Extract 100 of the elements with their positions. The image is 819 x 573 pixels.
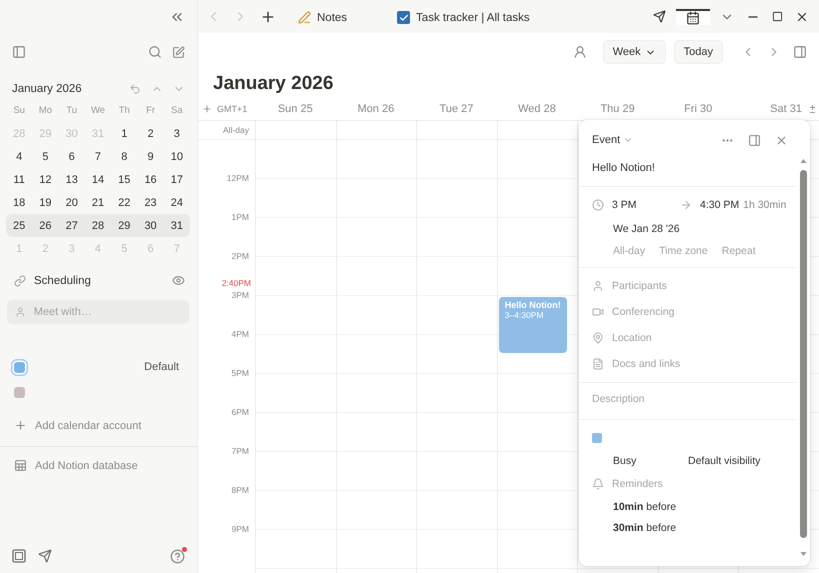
calendar-day[interactable]: 2 <box>137 128 164 140</box>
calendar-title: January 2026 <box>213 73 334 96</box>
calendar-tab[interactable] <box>676 8 710 24</box>
weekday-label: We <box>90 105 106 116</box>
hour-label: 3PM <box>232 290 249 300</box>
event-date[interactable]: We Jan 28 '26 <box>613 223 680 235</box>
table-icon <box>14 459 27 472</box>
calendar-day[interactable]: 26 <box>32 220 59 232</box>
hour-label: 12PM <box>226 173 249 183</box>
reminder-item[interactable]: 10min before <box>592 501 796 513</box>
calendar-day[interactable]: 6 <box>58 150 85 162</box>
weekday-label: Mo <box>38 105 54 116</box>
hour-label: 9PM <box>232 524 249 534</box>
calendar-day[interactable]: 9 <box>137 150 164 162</box>
calendar-day[interactable]: 20 <box>58 196 85 208</box>
selected-week-highlight[interactable]: 25 26 27 28 29 30 31 <box>6 214 190 237</box>
weekday-label: Su <box>12 105 26 116</box>
calendar-day[interactable]: 4 <box>6 150 32 162</box>
calendar-icon <box>686 10 700 24</box>
calendar-label: Default <box>144 361 180 373</box>
panel-icon[interactable] <box>791 43 809 61</box>
start-time[interactable]: 3 PM <box>612 199 672 211</box>
person-icon <box>15 306 26 318</box>
clock-icon <box>592 199 604 211</box>
calendar-day[interactable]: 19 <box>32 196 59 208</box>
logo-icon[interactable] <box>12 549 26 563</box>
calendar-day[interactable]: 11 <box>6 174 32 186</box>
all-day-label: All-day <box>222 125 250 135</box>
calendar-day[interactable]: 7 <box>84 150 112 162</box>
checkbox-icon <box>397 11 410 24</box>
reminder-item[interactable]: 30min before <box>592 522 796 534</box>
hour-label: 7PM <box>232 446 249 456</box>
calendar-day[interactable]: 8 <box>111 150 138 162</box>
help-icon[interactable] <box>170 548 185 564</box>
view-dropdown[interactable]: Week <box>602 40 666 64</box>
day-header: Mon 26 <box>356 103 396 115</box>
calendar-day[interactable]: 16 <box>137 174 164 186</box>
calendar-day[interactable]: 1 <box>111 128 138 140</box>
hour-label: 4PM <box>232 329 249 339</box>
pencil-icon <box>298 11 311 24</box>
calendar-day[interactable]: 13 <box>58 174 85 186</box>
duration-label: 1h 30min <box>743 199 786 211</box>
today-button[interactable]: Today <box>674 40 723 64</box>
meet-with-field[interactable]: Meet with… <box>7 300 189 324</box>
hour-label: 5PM <box>232 368 249 378</box>
app-tab[interactable]: Task tracker | All tasks <box>387 0 540 33</box>
calendar-day[interactable]: 25 <box>6 220 32 232</box>
timezone-label: GMT+1 <box>217 104 248 114</box>
end-time[interactable]: 4:30 PM <box>700 199 740 211</box>
calendar-day[interactable]: 18 <box>6 196 32 208</box>
arrow-right-icon <box>680 199 692 211</box>
day-header: Fri 30 <box>683 103 714 115</box>
calendar-day[interactable]: 12 <box>32 174 59 186</box>
calendar-day[interactable]: 31 <box>164 220 190 232</box>
visibility-status[interactable]: Default visibility <box>688 455 760 467</box>
map-pin-icon <box>592 332 604 344</box>
busy-status[interactable]: Busy <box>613 455 688 467</box>
calendar-day[interactable]: 24 <box>164 196 190 208</box>
calendar-day[interactable]: 22 <box>111 196 138 208</box>
calendar-day[interactable]: 14 <box>84 174 112 186</box>
calendar-day[interactable]: 27 <box>58 220 85 232</box>
calendar-day[interactable]: 15 <box>111 174 138 186</box>
calendar-day[interactable]: 3 <box>164 128 190 140</box>
hour-label: 2PM <box>232 251 249 261</box>
link-icon <box>14 274 26 286</box>
current-time-label: 2:40PM <box>222 278 251 288</box>
day-header: Thu 29 <box>599 103 636 115</box>
day-header: Wed 28 <box>517 103 557 115</box>
event-color-swatch[interactable] <box>592 433 602 443</box>
scrollbar[interactable] <box>799 158 808 558</box>
calendar-color-chip[interactable] <box>14 386 25 398</box>
compose-icon[interactable] <box>170 44 187 60</box>
meet-with-input[interactable]: Meet with… <box>32 305 181 319</box>
panel-icon[interactable] <box>10 43 28 61</box>
scheduling-label[interactable]: Scheduling <box>34 274 162 286</box>
day-header: Tue 27 <box>438 103 474 115</box>
calendar-day[interactable]: 23 <box>137 196 164 208</box>
person-icon <box>592 280 604 292</box>
calendar-day[interactable]: 10 <box>164 150 190 162</box>
event-type-dropdown[interactable]: Event <box>592 134 634 146</box>
calendar-day[interactable]: 21 <box>84 196 112 208</box>
calendar-day[interactable]: 5 <box>32 150 59 162</box>
hour-label: 8PM <box>232 485 249 495</box>
calendar-day[interactable]: 28 <box>84 220 112 232</box>
calendar-day[interactable]: 17 <box>164 174 190 186</box>
event-title: Hello Notion! <box>504 300 562 310</box>
bell-icon <box>592 478 604 490</box>
send-icon[interactable] <box>651 8 668 25</box>
calendar-color-chip[interactable] <box>14 362 25 372</box>
weekday-label: Tu <box>65 105 78 116</box>
calendar-day[interactable]: 29 <box>111 220 138 232</box>
day-header: Sat 31 <box>770 103 802 115</box>
maximize-icon[interactable] <box>770 9 785 24</box>
plus-icon <box>14 419 27 432</box>
event-title-field[interactable]: Hello Notion! <box>579 152 796 187</box>
calendar-day[interactable]: 30 <box>137 220 164 232</box>
video-camera-icon <box>592 306 604 318</box>
search-icon[interactable] <box>146 43 164 61</box>
plus-icon[interactable] <box>202 104 212 114</box>
app-tab[interactable]: Notes <box>288 0 358 33</box>
